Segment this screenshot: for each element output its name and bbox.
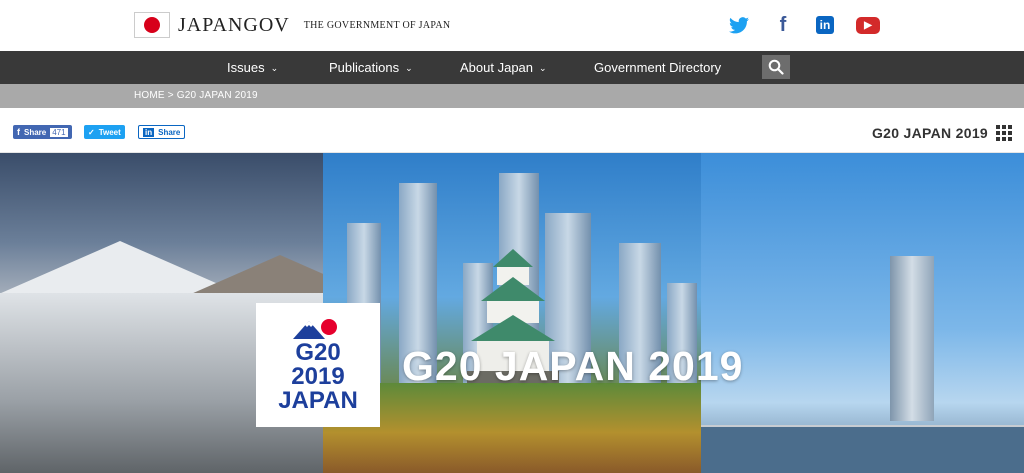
nav-item-label: Issues <box>227 60 265 75</box>
grid-menu-icon[interactable] <box>996 125 1012 141</box>
hero-title: G20 JAPAN 2019 <box>402 343 744 389</box>
youtube-icon[interactable]: ▶ <box>856 16 880 34</box>
chevron-down-icon: ⌄ <box>270 63 279 73</box>
search-button[interactable] <box>762 55 790 79</box>
facebook-icon[interactable]: f <box>772 14 794 36</box>
breadcrumb-text[interactable]: HOME > G20 JAPAN 2019 <box>134 90 258 101</box>
linkedin-share-button[interactable]: in Share <box>138 125 186 139</box>
chevron-down-icon: ⌄ <box>539 63 547 73</box>
mount-fuji-sun-icon <box>293 319 337 339</box>
nav-item-publications[interactable]: Publications ⌄ <box>329 51 413 84</box>
site-logo[interactable]: JAPANGOV The Government of Japan <box>134 12 450 38</box>
site-header: JAPANGOV The Government of Japan f in ▶ <box>0 0 1024 51</box>
hero-photo-river-city <box>701 153 1024 473</box>
nav-item-about-japan[interactable]: About Japan ⌄ <box>460 51 547 84</box>
nav-item-issues[interactable]: Issues ⌄ <box>227 51 278 84</box>
linkedin-icon[interactable]: in <box>816 16 834 34</box>
page-title: G20 JAPAN 2019 <box>871 125 988 141</box>
share-label: Share <box>158 127 181 137</box>
japan-flag-icon <box>134 12 170 38</box>
logo-line-japan: JAPAN <box>278 387 358 414</box>
g20-japan-logo: G20 2019 JAPAN <box>256 303 380 427</box>
share-count: 471 <box>50 127 68 137</box>
twitter-icon: ✓ <box>88 127 95 137</box>
search-icon <box>768 59 784 75</box>
chevron-down-icon: ⌄ <box>405 63 413 73</box>
logo-text: JAPANGOV <box>178 13 290 36</box>
nav-item-label: About Japan <box>460 60 534 75</box>
share-bar: f Share 471 ✓ Tweet in Share G20 JAPAN 2… <box>0 108 1024 153</box>
nav-item-label: Government Directory <box>594 60 722 75</box>
nav-item-government-directory[interactable]: Government Directory <box>594 51 721 84</box>
main-nav: Issues ⌄ Publications ⌄ About Japan ⌄ Gover… <box>0 51 1024 84</box>
linkedin-icon: in <box>143 127 155 137</box>
tweet-label: Tweet <box>98 127 121 137</box>
social-links: f in ▶ <box>728 14 880 36</box>
hero-banner: G20 2019 JAPAN G20 JAPAN 2019 <box>0 153 1024 473</box>
share-label: Share <box>24 127 47 137</box>
logo-subtitle: The Government of Japan <box>303 19 451 31</box>
tweet-button[interactable]: ✓ Tweet <box>84 125 125 139</box>
twitter-icon[interactable] <box>728 14 750 36</box>
breadcrumb: HOME > G20 JAPAN 2019 <box>0 84 1024 108</box>
facebook-share-button[interactable]: f Share 471 <box>13 125 72 139</box>
nav-item-label: Publications <box>329 60 400 75</box>
logo-line-year: 2019 <box>291 363 345 390</box>
logo-line-g20: G20 <box>295 339 341 366</box>
facebook-icon: f <box>17 127 20 137</box>
